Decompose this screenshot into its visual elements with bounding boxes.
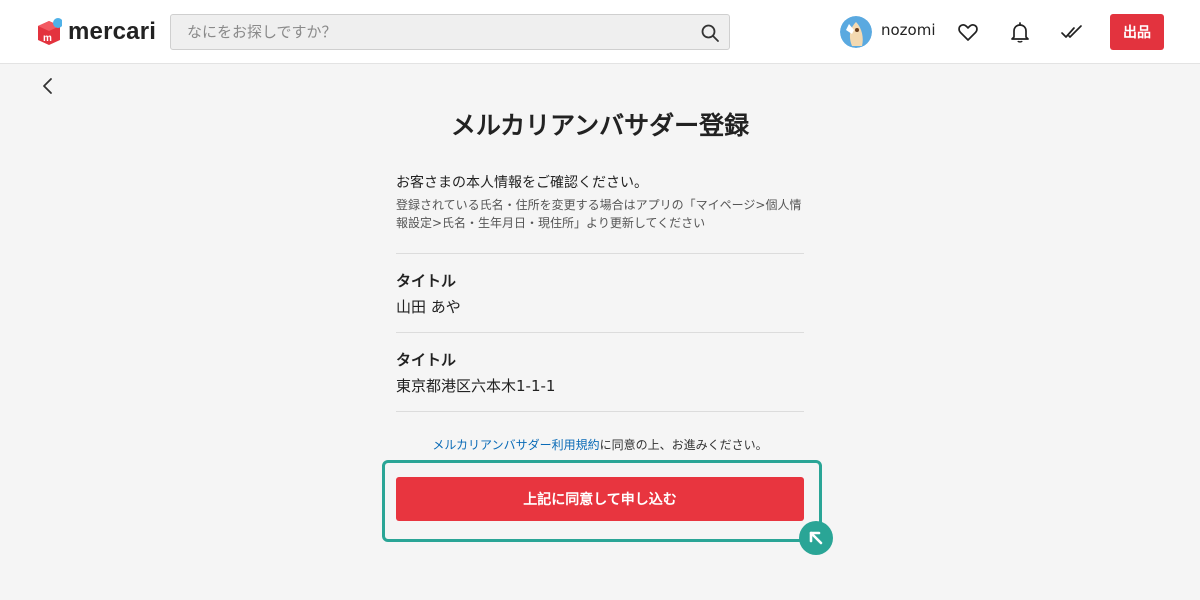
page-title: メルカリアンバサダー登録 [450, 111, 750, 140]
search-input[interactable] [171, 15, 691, 49]
header-bar: m mercari nozomi [0, 0, 1200, 64]
terms-link[interactable]: メルカリアンバサダー利用規約 [432, 438, 599, 452]
intro-text: お客さまの本人情報をご確認ください。 [396, 175, 648, 191]
divider [396, 411, 804, 412]
back-arrow-icon[interactable] [36, 74, 60, 98]
mercari-logo-icon: m [36, 17, 63, 47]
search-icon[interactable] [699, 22, 721, 44]
name-field-value: 山田 あや [396, 298, 461, 316]
mercari-logo[interactable]: m mercari [36, 16, 156, 48]
update-note-line: 報設定>氏名・生年月日・現住所」より更新してください [396, 216, 706, 230]
update-note: 登録されている氏名・住所を変更する場合はアプリの「マイページ>個人情 報設定>氏… [396, 196, 804, 232]
terms-suffix: に同意の上、お進みください。 [599, 438, 768, 452]
address-field-value: 東京都港区六本木1-1-1 [396, 377, 556, 395]
avatar[interactable] [840, 16, 872, 48]
svg-text:m: m [43, 33, 52, 44]
username[interactable]: nozomi [881, 21, 936, 39]
bell-icon[interactable] [1008, 20, 1032, 44]
name-field-label: タイトル [396, 272, 457, 290]
search-box[interactable] [170, 14, 730, 50]
divider [396, 253, 804, 254]
update-note-line: 登録されている氏名・住所を変更する場合はアプリの「マイページ>個人情 [396, 198, 802, 212]
check-icon[interactable] [1060, 20, 1084, 44]
cursor-arrow-icon [799, 521, 833, 555]
address-field-label: タイトル [396, 351, 457, 369]
heart-icon[interactable] [956, 20, 980, 44]
agree-and-apply-button[interactable]: 上記に同意して申し込む [396, 477, 804, 521]
terms-notice: メルカリアンバサダー利用規約に同意の上、お進みください。 [396, 436, 804, 453]
logo-text: mercari [68, 18, 157, 45]
divider [396, 332, 804, 333]
sell-button[interactable]: 出品 [1110, 14, 1164, 50]
